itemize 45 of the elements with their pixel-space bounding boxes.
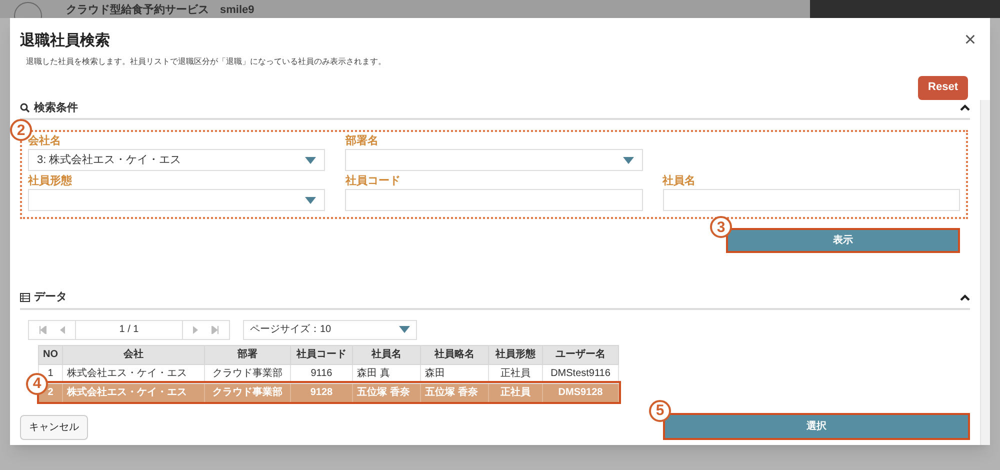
app-title: クラウド型給食予約サービス smile9 (66, 2, 254, 18)
caret-icon (305, 196, 316, 204)
field-label: 社員名 (662, 174, 697, 189)
field-label: 社員形態 (28, 174, 73, 189)
close-button[interactable]: × (964, 30, 976, 50)
column-header: 社員名 (352, 345, 420, 364)
select-button[interactable]: 選択 (663, 412, 970, 440)
step-marker: 5 (649, 400, 671, 422)
section-title: データ (34, 290, 67, 305)
first-page-icon[interactable] (39, 326, 47, 334)
step-marker: 4 (26, 372, 48, 394)
page-size-select[interactable]: ページサイズ：10 (243, 320, 417, 340)
dialog-description: 退職した社員を検索します。社員リストで退職区分が「退職」になっている社員のみ表示されます。 (25, 56, 387, 68)
column-header: NO (38, 345, 62, 364)
caret-icon (399, 326, 410, 333)
dialog-title: 退職社員検索 (20, 31, 110, 51)
column-header: 部署 (204, 345, 290, 364)
column-header: 会社 (62, 345, 204, 364)
select-field[interactable] (345, 149, 643, 171)
cancel-button[interactable]: キャンセル (20, 414, 88, 440)
field-label: 部署名 (345, 134, 380, 149)
caret-icon (622, 156, 634, 164)
column-header: 社員略名 (420, 345, 488, 364)
chevron-up-icon[interactable] (960, 294, 970, 301)
input-field[interactable] (662, 189, 960, 211)
caret-icon (305, 156, 316, 164)
scrollbar[interactable] (980, 100, 990, 445)
chevron-up-icon[interactable] (960, 104, 970, 112)
show-button[interactable]: 表示 (726, 228, 960, 253)
page-indicator: 1 / 1 (118, 323, 140, 337)
select-field[interactable]: 3: 株式会社エス・ケイ・エス (28, 149, 326, 171)
column-header: 社員コード (290, 345, 352, 364)
search-icon (20, 102, 30, 113)
last-page-icon[interactable] (211, 326, 219, 334)
section-title: 検索条件 (34, 100, 78, 116)
field-label: 社員コード (345, 174, 402, 189)
column-header: ユーザー名 (542, 345, 618, 364)
next-page-icon[interactable] (193, 326, 199, 334)
reset-button[interactable]: Reset (918, 76, 968, 100)
table-icon (20, 292, 30, 302)
previous-page-icon[interactable] (59, 326, 65, 334)
input-field[interactable] (345, 189, 643, 211)
step-marker: 3 (710, 216, 732, 238)
column-header: 社員形態 (488, 345, 542, 364)
select-field[interactable] (28, 189, 326, 211)
